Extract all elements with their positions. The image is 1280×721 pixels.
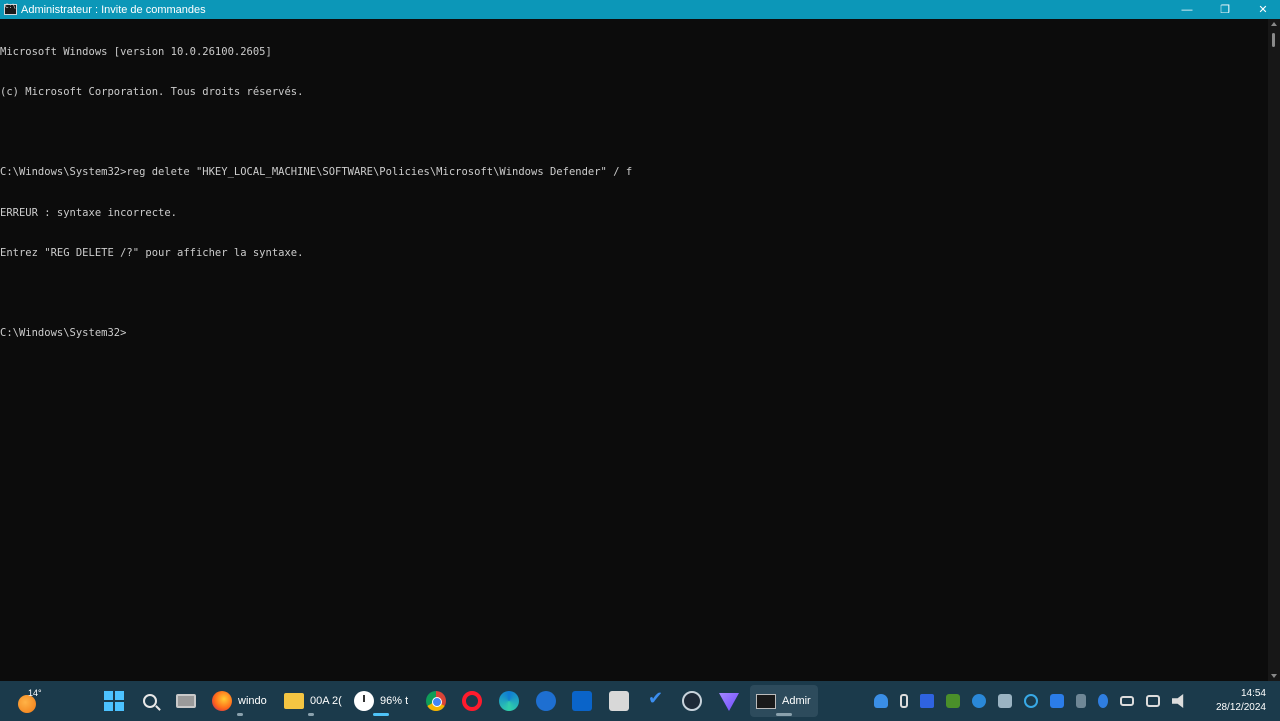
outlook-icon <box>572 691 592 711</box>
screen-app-icon[interactable] <box>1050 694 1064 708</box>
taskbar-clock[interactable]: 14:54 28/12/2024 <box>1216 687 1266 715</box>
clock-time: 14:54 <box>1240 688 1266 699</box>
console-prompt[interactable]: C:\Windows\System32> <box>0 327 1268 340</box>
running-indicator <box>237 713 243 716</box>
scrollbar-thumb[interactable] <box>1272 33 1275 47</box>
taskbar: 14° windo 00A 2( 96% t ✔ Admir 14:54 28/… <box>0 681 1280 721</box>
window-controls: — ❐ ✕ <box>1166 0 1280 19</box>
console-line: Microsoft Windows [version 10.0.26100.26… <box>0 45 272 58</box>
taskbar-todo[interactable] <box>640 685 672 717</box>
console-line: (c) Microsoft Corporation. Tous droits r… <box>0 86 304 99</box>
cmd-app-icon <box>4 3 17 15</box>
sync-app-icon[interactable] <box>1024 694 1038 708</box>
taskbar-outlook[interactable] <box>566 685 598 717</box>
console-line: C:\Windows\System32>reg delete "HKEY_LOC… <box>0 166 633 179</box>
taskbar-app-blue[interactable] <box>530 685 562 717</box>
taskbar-steam[interactable] <box>676 685 708 717</box>
proton-vpn-icon <box>719 693 739 711</box>
taskbar-command-prompt[interactable]: Admir <box>750 685 818 717</box>
console-line: Entrez "REG DELETE /?" pour afficher la … <box>0 246 304 259</box>
taskbar-firefox[interactable]: windo <box>206 685 274 717</box>
window-title: Administrateur : Invite de commandes <box>21 3 206 16</box>
defender-shield-icon[interactable] <box>874 694 888 708</box>
opera-icon <box>462 691 482 711</box>
taskbar-chrome[interactable] <box>420 685 452 717</box>
checkmark-icon <box>646 688 666 711</box>
taskbar-edge[interactable] <box>493 685 525 717</box>
nvidia-icon[interactable] <box>946 694 960 708</box>
start-button[interactable] <box>98 685 130 717</box>
chrome-icon <box>426 691 446 711</box>
usb-device-icon[interactable] <box>900 694 908 708</box>
title-bar[interactable]: Administrateur : Invite de commandes — ❐… <box>0 0 1280 19</box>
edge-icon <box>499 691 519 711</box>
taskbar-app-printer[interactable] <box>603 685 635 717</box>
weather-temperature: 14° <box>28 688 42 698</box>
network-drive-icon[interactable] <box>998 694 1012 708</box>
minimize-button[interactable]: — <box>1170 0 1204 19</box>
taskbar-firefox-label: windo <box>238 695 267 707</box>
console-scrollbar[interactable] <box>1268 19 1280 681</box>
network-icon[interactable] <box>1146 695 1160 707</box>
close-button[interactable]: ✕ <box>1246 0 1280 19</box>
running-indicator <box>776 713 792 716</box>
taskbar-cmd-label: Admir <box>782 695 811 707</box>
taskbar-clock-label: 96% t <box>380 695 409 707</box>
tools-icon[interactable] <box>1076 694 1086 708</box>
steam-icon <box>682 691 702 711</box>
running-indicator <box>373 713 389 716</box>
console-output[interactable]: Microsoft Windows [version 10.0.26100.26… <box>0 19 1268 681</box>
restore-button[interactable]: ❐ <box>1208 0 1242 19</box>
task-view-icon <box>176 694 196 708</box>
printer-icon <box>609 691 629 711</box>
clock-icon <box>354 691 374 711</box>
scroll-up-arrow-icon[interactable] <box>1271 22 1277 26</box>
volume-icon[interactable] <box>1172 694 1184 708</box>
weather-widget[interactable]: 14° <box>14 685 50 717</box>
taskbar-explorer-label: 00A 2( <box>310 695 342 707</box>
app-circle-icon <box>536 691 556 711</box>
task-view-button[interactable] <box>170 685 202 717</box>
malwarebytes-icon[interactable] <box>920 694 934 708</box>
folder-icon <box>284 693 304 709</box>
scroll-down-arrow-icon[interactable] <box>1271 674 1277 678</box>
clock-date: 28/12/2024 <box>1215 702 1266 713</box>
taskbar-file-explorer[interactable]: 00A 2( <box>278 685 344 717</box>
taskbar-opera[interactable] <box>456 685 488 717</box>
system-tray <box>868 681 1192 721</box>
firefox-icon <box>212 691 232 711</box>
search-button[interactable] <box>134 685 166 717</box>
taskbar-proton-vpn[interactable] <box>713 685 745 717</box>
tray-app-icon[interactable] <box>972 694 986 708</box>
taskbar-clock-app[interactable]: 96% t <box>348 685 414 717</box>
keyboard-icon[interactable] <box>1120 696 1134 706</box>
search-icon <box>143 694 157 708</box>
windows-logo-icon <box>104 691 124 711</box>
bluetooth-icon[interactable] <box>1098 694 1108 708</box>
console-line: ERREUR : syntaxe incorrecte. <box>0 206 178 219</box>
command-prompt-icon <box>756 693 776 709</box>
running-indicator <box>308 713 314 716</box>
